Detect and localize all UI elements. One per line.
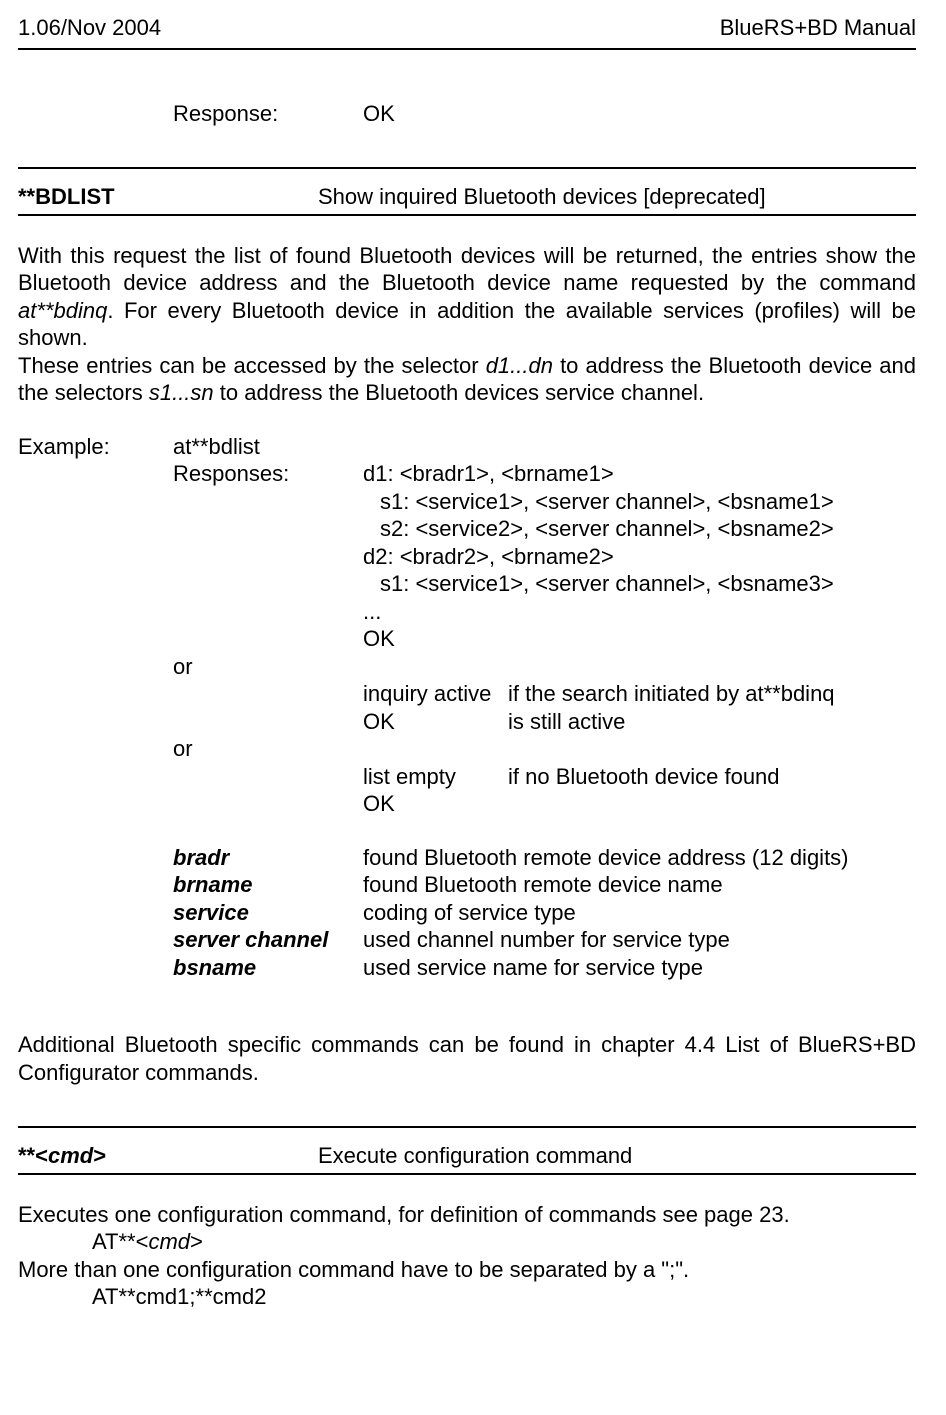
page-content: 1.06/Nov 2004 BlueRS+BD Manual Response:…: [0, 0, 946, 1341]
cmd-code-2: AT**cmd1;**cmd2: [18, 1283, 916, 1311]
bdlist-section-header: **BDLIST Show inquired Bluetooth devices…: [18, 183, 916, 211]
param-row: brname found Bluetooth remote device nam…: [18, 871, 916, 899]
param-row: server channel used channel number for s…: [18, 926, 916, 954]
example-row: Example: at**bdlist: [18, 433, 916, 461]
param-desc: used service name for service type: [363, 954, 916, 982]
response-line: OK: [363, 625, 916, 653]
alt-response-right: if the search initiated by at**bdinq: [508, 680, 916, 708]
section-divider: [18, 1126, 916, 1128]
response-value: OK: [363, 100, 916, 128]
response-row: Response: OK: [18, 100, 916, 128]
alt-response-left: OK: [363, 790, 508, 818]
bdlist-after-paragraph: Additional Bluetooth specific commands c…: [18, 1031, 916, 1086]
param-name: service: [173, 899, 363, 927]
or-label: or: [173, 735, 363, 763]
or-row: or: [18, 735, 916, 763]
bdlist-paragraph-1: With this request the list of found Blue…: [18, 242, 916, 352]
param-desc: used channel number for service type: [363, 926, 916, 954]
responses-label: Responses:: [173, 460, 363, 488]
response-line: d1: <bradr1>, <brname1>: [363, 460, 916, 488]
section-divider-top: [18, 167, 916, 169]
responses-row: Responses: d1: <bradr1>, <brname1>: [18, 460, 916, 488]
bdlist-command-title: Show inquired Bluetooth devices [depreca…: [318, 183, 916, 211]
cmd-code-1: AT**<cmd>: [18, 1228, 916, 1256]
bdlist-command-name: **BDLIST: [18, 183, 318, 211]
header-right: BlueRS+BD Manual: [720, 14, 916, 42]
cmd-command-name: **<cmd>: [18, 1142, 318, 1170]
param-row: bsname used service name for service typ…: [18, 954, 916, 982]
alt-response-right: is still active: [508, 708, 916, 736]
param-desc: coding of service type: [363, 899, 916, 927]
response-line: s1: <service1>, <server channel>, <bsnam…: [363, 488, 916, 516]
param-row: service coding of service type: [18, 899, 916, 927]
alt-response-right: if no Bluetooth device found: [508, 763, 916, 791]
param-desc: found Bluetooth remote device name: [363, 871, 916, 899]
param-desc: found Bluetooth remote device address (1…: [363, 844, 916, 872]
param-row: bradr found Bluetooth remote device addr…: [18, 844, 916, 872]
alt-response-left: OK: [363, 708, 508, 736]
header-left: 1.06/Nov 2004: [18, 14, 161, 42]
example-label: Example:: [18, 433, 173, 461]
cmd-paragraph-2: More than one configuration command have…: [18, 1256, 916, 1284]
response-label: Response:: [173, 100, 363, 128]
alt-response-left: inquiry active: [363, 680, 508, 708]
cmd-paragraph-1: Executes one configuration command, for …: [18, 1201, 916, 1229]
or-row: or: [18, 653, 916, 681]
response-line: s1: <service1>, <server channel>, <bsnam…: [363, 570, 916, 598]
header-divider: [18, 48, 916, 50]
response-line: s2: <service2>, <server channel>, <bsnam…: [363, 515, 916, 543]
response-line: ...: [363, 598, 916, 626]
cmd-command-title: Execute configuration command: [318, 1142, 916, 1170]
or-label: or: [173, 653, 363, 681]
page-header: 1.06/Nov 2004 BlueRS+BD Manual: [18, 14, 916, 42]
param-name: server channel: [173, 926, 363, 954]
response-line: d2: <bradr2>, <brname2>: [363, 543, 916, 571]
alt-response-left: list empty: [363, 763, 508, 791]
param-name: brname: [173, 871, 363, 899]
param-name: bsname: [173, 954, 363, 982]
example-command: at**bdlist: [173, 433, 363, 461]
cmd-section-header: **<cmd> Execute configuration command: [18, 1142, 916, 1170]
param-name: bradr: [173, 844, 363, 872]
bdlist-paragraph-2: These entries can be accessed by the sel…: [18, 352, 916, 407]
